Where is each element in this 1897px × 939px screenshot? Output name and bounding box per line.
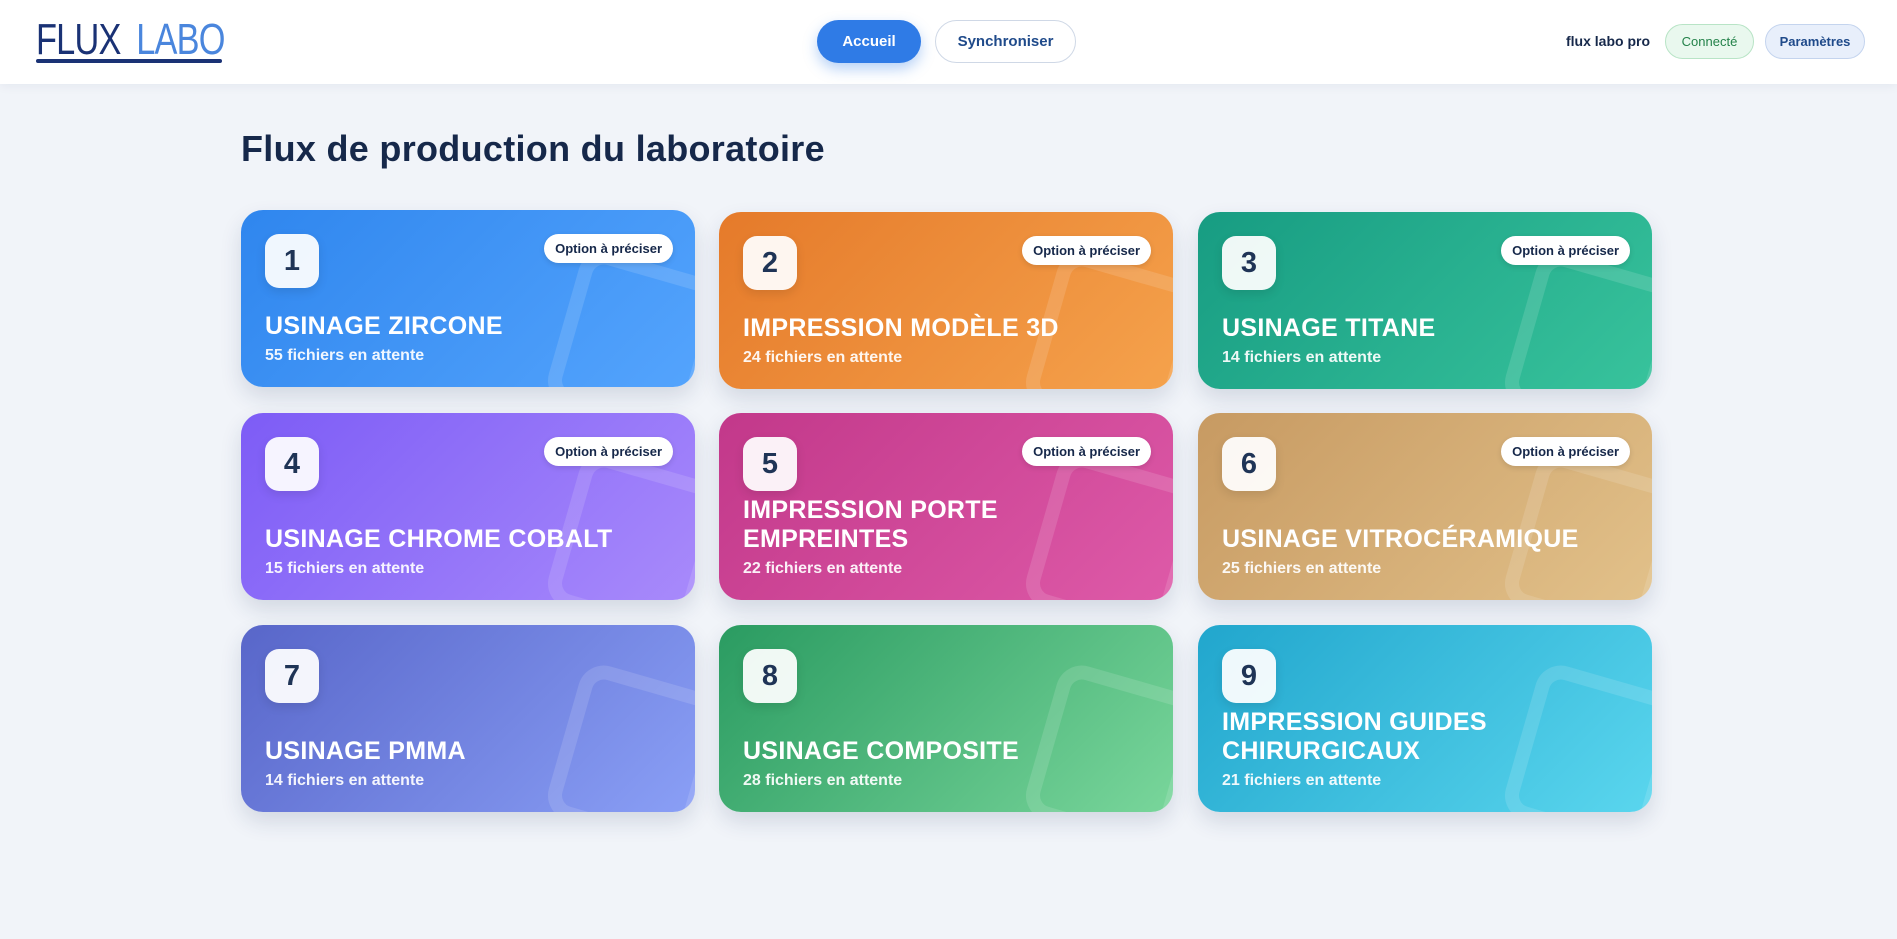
card-title: IMPRESSION GUIDES CHIRURGICAUX bbox=[1222, 708, 1487, 765]
option-badge[interactable]: Option à préciser bbox=[1022, 236, 1151, 265]
card-title: USINAGE ZIRCONE bbox=[265, 312, 503, 340]
option-badge[interactable]: Option à préciser bbox=[1501, 437, 1630, 466]
workflow-card-impression-modele-3d[interactable]: 2 Option à préciser IMPRESSION MODÈLE 3D… bbox=[719, 212, 1173, 389]
nav-sync-button[interactable]: Synchroniser bbox=[935, 20, 1076, 63]
card-pending-count: 25 fichiers en attente bbox=[1222, 560, 1382, 577]
workflow-card-usinage-vitroceramique[interactable]: 6 Option à préciser USINAGE VITROCÉRAMIQ… bbox=[1198, 413, 1652, 600]
card-number-badge: 7 bbox=[265, 649, 319, 703]
card-pending-count: 55 fichiers en attente bbox=[265, 347, 425, 364]
card-title: IMPRESSION PORTE EMPREINTES bbox=[743, 496, 998, 553]
settings-button[interactable]: Paramètres bbox=[1765, 24, 1865, 59]
card-pending-count: 28 fichiers en attente bbox=[743, 772, 903, 789]
logo-underline bbox=[36, 59, 222, 63]
card-title: USINAGE TITANE bbox=[1222, 314, 1436, 342]
card-pending-count: 14 fichiers en attente bbox=[265, 772, 425, 789]
card-number-badge: 8 bbox=[743, 649, 797, 703]
option-badge[interactable]: Option à préciser bbox=[1022, 437, 1151, 466]
card-pending-count: 21 fichiers en attente bbox=[1222, 772, 1382, 789]
card-title: USINAGE CHROME COBALT bbox=[265, 525, 613, 553]
card-pending-count: 22 fichiers en attente bbox=[743, 560, 903, 577]
logo-text-labo: LABO bbox=[136, 15, 225, 64]
top-header: FLUX LABO Accueil Synchroniser flux labo… bbox=[0, 0, 1897, 84]
card-pending-count: 15 fichiers en attente bbox=[265, 560, 425, 577]
workflow-card-usinage-composite[interactable]: 8 USINAGE COMPOSITE 28 fichiers en atten… bbox=[719, 625, 1173, 812]
card-number-badge: 3 bbox=[1222, 236, 1276, 290]
connection-status-badge: Connecté bbox=[1665, 24, 1754, 59]
option-badge[interactable]: Option à préciser bbox=[544, 234, 673, 263]
page-title: Flux de production du laboratoire bbox=[241, 128, 825, 169]
workflow-card-impression-porte-empreintes[interactable]: 5 Option à préciser IMPRESSION PORTE EMP… bbox=[719, 413, 1173, 600]
user-name: flux labo pro bbox=[1566, 33, 1650, 49]
card-title: IMPRESSION MODÈLE 3D bbox=[743, 314, 1059, 342]
card-number-badge: 9 bbox=[1222, 649, 1276, 703]
logo-text-flux: FLUX bbox=[36, 15, 121, 64]
workflow-card-usinage-pmma[interactable]: 7 USINAGE PMMA 14 fichiers en attente bbox=[241, 625, 695, 812]
workflow-grid: 1 Option à préciser USINAGE ZIRCONE 55 f… bbox=[241, 210, 1653, 815]
option-badge[interactable]: Option à préciser bbox=[1501, 236, 1630, 265]
card-number-badge: 2 bbox=[743, 236, 797, 290]
card-number-badge: 6 bbox=[1222, 437, 1276, 491]
workflow-card-usinage-zircone[interactable]: 1 Option à préciser USINAGE ZIRCONE 55 f… bbox=[241, 210, 695, 387]
workflow-card-usinage-titane[interactable]: 3 Option à préciser USINAGE TITANE 14 fi… bbox=[1198, 212, 1652, 389]
card-number-badge: 4 bbox=[265, 437, 319, 491]
card-title: USINAGE VITROCÉRAMIQUE bbox=[1222, 525, 1579, 553]
card-pending-count: 24 fichiers en attente bbox=[743, 349, 903, 366]
card-pending-count: 14 fichiers en attente bbox=[1222, 349, 1382, 366]
card-number-badge: 1 bbox=[265, 234, 319, 288]
nav-home-button[interactable]: Accueil bbox=[817, 20, 921, 63]
option-badge[interactable]: Option à préciser bbox=[544, 437, 673, 466]
workflow-card-impression-guides-chirurgicaux[interactable]: 9 IMPRESSION GUIDES CHIRURGICAUX 21 fich… bbox=[1198, 625, 1652, 812]
card-title: USINAGE PMMA bbox=[265, 737, 466, 765]
workflow-card-usinage-chrome-cobalt[interactable]: 4 Option à préciser USINAGE CHROME COBAL… bbox=[241, 413, 695, 600]
card-number-badge: 5 bbox=[743, 437, 797, 491]
logo[interactable]: FLUX LABO bbox=[36, 18, 225, 62]
card-title: USINAGE COMPOSITE bbox=[743, 737, 1019, 765]
